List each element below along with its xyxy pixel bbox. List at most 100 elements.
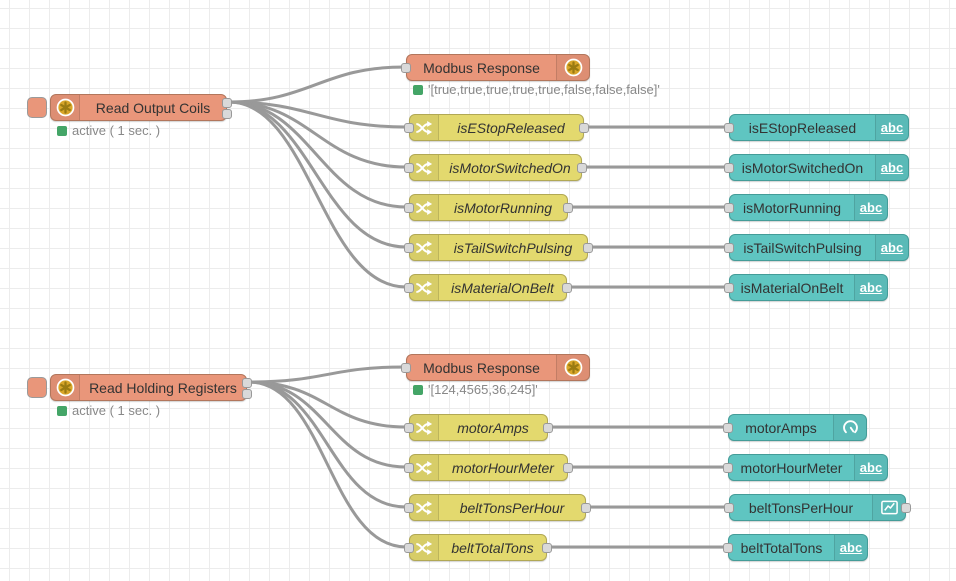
ui-text-node[interactable]: isTailSwitchPulsing abc (729, 234, 909, 261)
output-port[interactable] (901, 503, 911, 513)
switch-node[interactable]: beltTonsPerHour (409, 494, 586, 521)
node-label: isMaterialOnBelt (730, 275, 854, 300)
input-port[interactable] (404, 423, 414, 433)
input-port[interactable] (404, 163, 414, 173)
text-abc-icon: abc (875, 115, 908, 140)
input-port[interactable] (404, 463, 414, 473)
switch-icon (410, 415, 439, 440)
modbus-read-node[interactable]: Read Output Coils (50, 94, 227, 121)
switch-icon (410, 195, 439, 220)
switch-icon (410, 495, 439, 520)
output-port[interactable] (577, 163, 587, 173)
switch-node[interactable]: motorHourMeter (409, 454, 568, 481)
node-status: active ( 1 sec. ) (57, 404, 160, 417)
node-label: isTailSwitchPulsing (730, 235, 875, 260)
output-port[interactable] (579, 123, 589, 133)
status-dot-icon (413, 385, 423, 395)
switch-icon (410, 235, 439, 260)
node-label: Modbus Response (407, 55, 556, 80)
wire[interactable] (229, 102, 406, 207)
output-port[interactable] (563, 203, 573, 213)
ui-gauge-node[interactable]: motorAmps (728, 414, 867, 441)
node-label: beltTonsPerHour (439, 495, 585, 520)
output-port[interactable] (581, 503, 591, 513)
switch-node[interactable]: beltTotalTons (409, 534, 547, 561)
modbus-response-node[interactable]: Modbus Response (406, 54, 590, 81)
node-status: active ( 1 sec. ) (57, 124, 160, 137)
input-port[interactable] (404, 243, 414, 253)
status-dot-icon (57, 406, 67, 416)
switch-icon (410, 275, 439, 300)
wire[interactable] (229, 102, 406, 247)
ui-chart-node[interactable]: beltTonsPerHour (729, 494, 906, 521)
text-abc-icon: abc (854, 195, 887, 220)
output-port[interactable] (563, 463, 573, 473)
ui-text-node[interactable]: isMotorRunning abc (729, 194, 888, 221)
ui-text-node[interactable]: isEStopReleased abc (729, 114, 909, 141)
node-label: isEStopReleased (730, 115, 875, 140)
modbus-flower-icon (51, 95, 80, 120)
inject-button[interactable] (27, 97, 47, 118)
input-port[interactable] (401, 63, 411, 73)
switch-node[interactable]: isMotorRunning (409, 194, 568, 221)
output-port[interactable] (583, 243, 593, 253)
output-port[interactable] (562, 283, 572, 293)
input-port[interactable] (404, 203, 414, 213)
input-port[interactable] (404, 123, 414, 133)
switch-node[interactable]: isTailSwitchPulsing (409, 234, 588, 261)
wire[interactable] (249, 367, 404, 382)
text-abc-icon: abc (854, 455, 887, 480)
input-port[interactable] (723, 463, 733, 473)
switch-node[interactable]: motorAmps (409, 414, 548, 441)
text-abc-icon: abc (875, 235, 908, 260)
switch-icon (410, 155, 439, 180)
node-label: motorAmps (729, 415, 833, 440)
ui-text-node[interactable]: isMotorSwitchedOn abc (729, 154, 909, 181)
wire[interactable] (249, 382, 406, 507)
switch-node[interactable]: isEStopReleased (409, 114, 584, 141)
status-dot-icon (413, 85, 423, 95)
modbus-flower-icon (51, 375, 80, 400)
input-port[interactable] (404, 283, 414, 293)
text-abc-icon: abc (875, 155, 908, 180)
input-port[interactable] (404, 543, 414, 553)
output-port[interactable] (242, 389, 252, 399)
input-port[interactable] (724, 243, 734, 253)
inject-button[interactable] (27, 377, 47, 398)
switch-node[interactable]: isMotorSwitchedOn (409, 154, 582, 181)
switch-icon (410, 455, 439, 480)
text-abc-icon: abc (854, 275, 887, 300)
status-dot-icon (57, 126, 67, 136)
input-port[interactable] (724, 503, 734, 513)
node-label: isMotorSwitchedOn (730, 155, 875, 180)
text-abc-icon: abc (834, 535, 867, 560)
node-label: Modbus Response (407, 355, 556, 380)
modbus-response-node[interactable]: Modbus Response (406, 354, 590, 381)
wire[interactable] (229, 67, 404, 102)
ui-text-node[interactable]: beltTotalTons abc (728, 534, 868, 561)
modbus-flower-icon (556, 55, 589, 80)
output-port[interactable] (222, 109, 232, 119)
modbus-read-node[interactable]: Read Holding Registers (50, 374, 247, 401)
node-label: isMaterialOnBelt (439, 275, 566, 300)
node-label: beltTonsPerHour (730, 495, 872, 520)
ui-text-node[interactable]: motorHourMeter abc (728, 454, 888, 481)
input-port[interactable] (724, 123, 734, 133)
output-port[interactable] (222, 98, 232, 108)
output-port[interactable] (542, 543, 552, 553)
input-port[interactable] (724, 203, 734, 213)
node-label: Read Holding Registers (80, 375, 246, 400)
switch-node[interactable]: isMaterialOnBelt (409, 274, 567, 301)
input-port[interactable] (723, 423, 733, 433)
wire[interactable] (229, 102, 406, 287)
input-port[interactable] (724, 283, 734, 293)
node-label: isMotorSwitchedOn (439, 155, 581, 180)
ui-text-node[interactable]: isMaterialOnBelt abc (729, 274, 888, 301)
output-port[interactable] (242, 378, 252, 388)
output-port[interactable] (543, 423, 553, 433)
node-label: beltTotalTons (439, 535, 546, 560)
input-port[interactable] (401, 363, 411, 373)
input-port[interactable] (724, 163, 734, 173)
input-port[interactable] (404, 503, 414, 513)
input-port[interactable] (723, 543, 733, 553)
